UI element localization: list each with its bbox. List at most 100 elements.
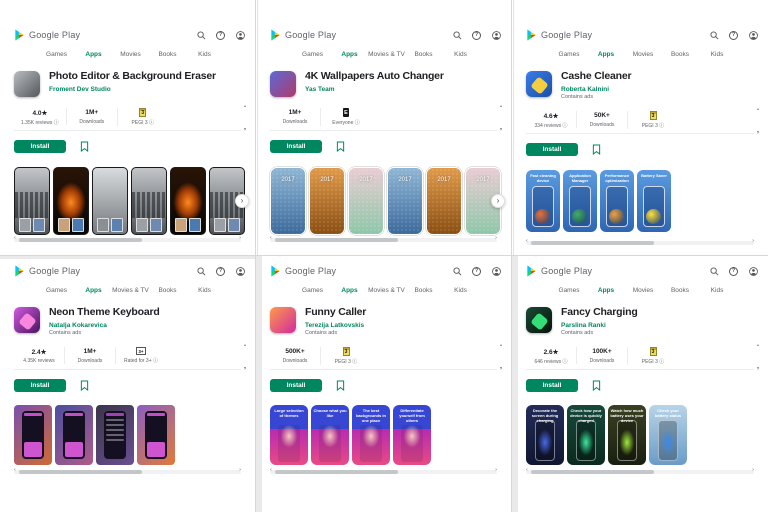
tab-kids[interactable]: Kids	[186, 51, 223, 58]
scroll-left-arrow[interactable]: ‹	[270, 468, 272, 474]
tab-books[interactable]: Books	[405, 287, 442, 294]
screenshot-tile[interactable]	[14, 167, 50, 235]
google-play-logo[interactable]: Google Play	[526, 29, 592, 41]
tab-movies[interactable]: Movies	[625, 287, 662, 294]
wishlist-icon[interactable]	[336, 141, 345, 152]
tab-kids[interactable]: Kids	[186, 287, 223, 294]
scroll-right-arrow[interactable]: ›	[239, 468, 241, 474]
profile-icon[interactable]	[748, 30, 758, 40]
tab-apps[interactable]: Apps	[75, 51, 112, 58]
scroll-right-arrow[interactable]: ›	[495, 468, 497, 474]
screenshot-tile[interactable]: 2017	[348, 167, 384, 235]
scroll-left-arrow[interactable]: ‹	[14, 236, 16, 242]
profile-icon[interactable]	[235, 266, 245, 276]
tab-books[interactable]: Books	[662, 287, 699, 294]
developer-link[interactable]: Parslina Ranki	[561, 322, 638, 329]
tab-apps[interactable]: Apps	[331, 51, 368, 58]
profile-icon[interactable]	[491, 266, 501, 276]
tab-movies-tv[interactable]: Movies & TV	[368, 287, 405, 294]
tab-games[interactable]: Games	[38, 51, 75, 58]
google-play-logo[interactable]: Google Play	[14, 29, 80, 41]
wishlist-icon[interactable]	[336, 380, 345, 391]
scrollbar-thumb[interactable]	[19, 238, 142, 242]
screenshot-tile[interactable]: Decorate the screen during charging	[526, 405, 564, 465]
carousel-scrollbar[interactable]: ‹ ›	[526, 241, 754, 245]
scroll-left-arrow[interactable]: ‹	[14, 468, 16, 474]
tab-movies-tv[interactable]: Movies & TV	[112, 287, 149, 294]
scroll-right-arrow[interactable]: ›	[757, 130, 759, 136]
app-icon[interactable]	[270, 71, 296, 97]
profile-icon[interactable]	[748, 266, 758, 276]
scroll-up-arrow[interactable]: ▲	[499, 105, 502, 109]
search-icon[interactable]	[452, 266, 462, 276]
scroll-up-arrow[interactable]: ▲	[243, 344, 246, 348]
install-button[interactable]: Install	[526, 143, 578, 156]
screenshot-tile[interactable]: Watch how much battery uses your device	[608, 405, 646, 465]
help-icon[interactable]: ?	[216, 267, 225, 276]
screenshot-tile[interactable]: 2017	[309, 167, 345, 235]
scroll-left-arrow[interactable]: ‹	[270, 236, 272, 242]
install-button[interactable]: Install	[270, 379, 322, 392]
screenshot-tile[interactable]: 2017	[426, 167, 462, 235]
scroll-up-arrow[interactable]: ▲	[243, 105, 246, 109]
wishlist-icon[interactable]	[80, 141, 89, 152]
tab-games[interactable]: Games	[294, 51, 331, 58]
screenshot-tile[interactable]: Large selection of themes	[270, 405, 308, 465]
help-icon[interactable]: ?	[216, 31, 225, 40]
app-icon[interactable]	[526, 71, 552, 97]
scroll-right-arrow[interactable]: ›	[752, 239, 754, 245]
screenshot-tile[interactable]: 2017	[270, 167, 306, 235]
scroll-right-arrow[interactable]: ›	[495, 236, 497, 242]
help-icon[interactable]: ?	[729, 31, 738, 40]
install-button[interactable]: Install	[14, 379, 66, 392]
screenshot-tile[interactable]: Fast cleaning device	[526, 170, 560, 232]
tab-apps[interactable]: Apps	[75, 287, 112, 294]
google-play-logo[interactable]: Google Play	[270, 29, 336, 41]
carousel-scrollbar[interactable]: ‹ ›	[14, 238, 241, 242]
screenshot-tile[interactable]: Choose what you like	[311, 405, 349, 465]
app-icon[interactable]	[14, 307, 40, 333]
tab-books[interactable]: Books	[149, 51, 186, 58]
help-icon[interactable]: ?	[729, 267, 738, 276]
tab-kids[interactable]: Kids	[442, 287, 479, 294]
wishlist-icon[interactable]	[592, 380, 601, 391]
scroll-right-arrow[interactable]: ›	[500, 366, 502, 372]
scroll-up-arrow[interactable]: ▲	[499, 344, 502, 348]
screenshot-tile[interactable]: Battery Saver	[637, 170, 671, 232]
scroll-left-arrow[interactable]: ‹	[526, 239, 528, 245]
tab-games[interactable]: Games	[38, 287, 75, 294]
screenshot-tile[interactable]: Check your battery status	[649, 405, 687, 465]
search-icon[interactable]	[196, 30, 206, 40]
stats-scrollbar[interactable]: ›	[14, 369, 241, 370]
tab-apps[interactable]: Apps	[331, 287, 368, 294]
scroll-up-arrow[interactable]: ▲	[756, 108, 759, 112]
scrollbar-thumb[interactable]	[275, 238, 398, 242]
tab-kids[interactable]: Kids	[442, 51, 479, 58]
stats-scrollbar[interactable]: ›	[526, 369, 754, 370]
screenshot-tile[interactable]	[14, 405, 52, 465]
screenshot-tile[interactable]: The best backgrounds in one place	[352, 405, 390, 465]
scroll-right-arrow[interactable]: ›	[752, 468, 754, 474]
app-icon[interactable]	[526, 307, 552, 333]
profile-icon[interactable]	[491, 30, 501, 40]
tab-games[interactable]: Games	[551, 287, 588, 294]
screenshot-tile[interactable]: 2017	[387, 167, 423, 235]
install-button[interactable]: Install	[270, 140, 322, 153]
search-icon[interactable]	[709, 30, 719, 40]
search-icon[interactable]	[452, 30, 462, 40]
scroll-left-arrow[interactable]: ‹	[526, 468, 528, 474]
screenshot-tile[interactable]	[96, 405, 134, 465]
screenshot-tile[interactable]	[131, 167, 167, 235]
tab-books[interactable]: Books	[405, 51, 442, 58]
scrollbar-thumb[interactable]	[531, 241, 654, 245]
scroll-right-arrow[interactable]: ›	[239, 236, 241, 242]
developer-link[interactable]: Terezija Latkovskis	[305, 322, 366, 329]
google-play-logo[interactable]: Google Play	[270, 265, 336, 277]
screenshot-tile[interactable]: Differentiate yourself from others	[393, 405, 431, 465]
scroll-right-arrow[interactable]: ›	[757, 366, 759, 372]
tab-games[interactable]: Games	[294, 287, 331, 294]
stats-scrollbar[interactable]: ›	[526, 133, 754, 134]
scroll-right-arrow[interactable]: ›	[244, 127, 246, 133]
tab-apps[interactable]: Apps	[588, 287, 625, 294]
screenshot-tile[interactable]: Check how your device is quickly charged	[567, 405, 605, 465]
